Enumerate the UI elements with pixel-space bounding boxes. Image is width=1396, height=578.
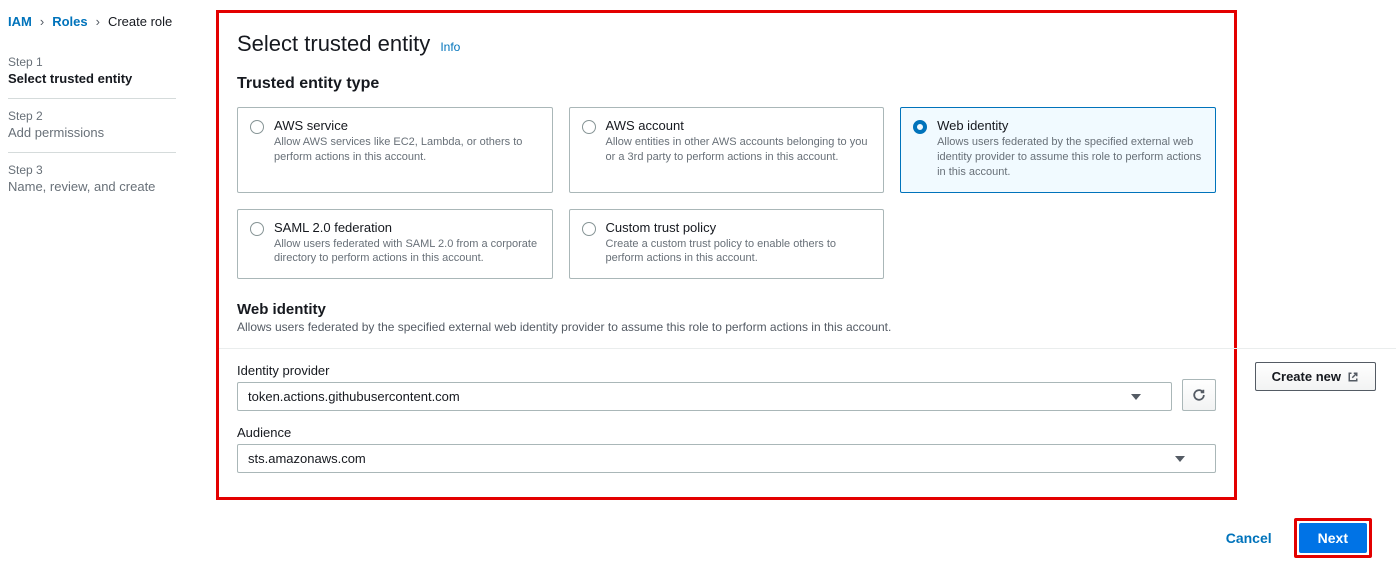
chevron-right-icon: › — [40, 14, 44, 29]
entity-type-heading: Trusted entity type — [237, 75, 1216, 93]
entity-title: SAML 2.0 federation — [274, 220, 540, 235]
step-2[interactable]: Step 2 Add permissions — [8, 99, 176, 153]
next-highlight: Next — [1294, 518, 1372, 558]
caret-down-icon — [1175, 456, 1185, 462]
step-number: Step 2 — [8, 109, 176, 123]
breadcrumb-iam[interactable]: IAM — [8, 14, 32, 29]
breadcrumb: IAM › Roles › Create role — [8, 14, 176, 29]
main-panel-highlight: Select trusted entity Info Trusted entit… — [216, 10, 1237, 500]
audience-select[interactable]: sts.amazonaws.com — [237, 444, 1216, 473]
radio-icon — [913, 120, 927, 134]
breadcrumb-roles[interactable]: Roles — [52, 14, 87, 29]
step-3[interactable]: Step 3 Name, review, and create — [8, 153, 176, 206]
select-value: token.actions.githubusercontent.com — [248, 389, 460, 404]
breadcrumb-current: Create role — [108, 14, 172, 29]
entity-title: Web identity — [937, 118, 1203, 133]
footer-actions: Cancel Next — [216, 518, 1376, 558]
divider — [219, 348, 1396, 349]
web-identity-desc: Allows users federated by the specified … — [237, 320, 1216, 334]
entity-desc: Allow entities in other AWS accounts bel… — [606, 135, 872, 165]
web-identity-heading: Web identity — [237, 301, 1216, 318]
entity-card-aws-account[interactable]: AWS account Allow entities in other AWS … — [569, 107, 885, 193]
radio-icon — [250, 120, 264, 134]
entity-desc: Allow users federated with SAML 2.0 from… — [274, 237, 540, 267]
wizard-steps: Step 1 Select trusted entity Step 2 Add … — [8, 45, 176, 206]
step-label: Name, review, and create — [8, 179, 176, 194]
entity-title: AWS account — [606, 118, 872, 133]
chevron-right-icon: › — [96, 14, 100, 29]
next-button[interactable]: Next — [1299, 523, 1367, 553]
entity-title: AWS service — [274, 118, 540, 133]
radio-icon — [582, 120, 596, 134]
entity-card-web-identity[interactable]: Web identity Allows users federated by t… — [900, 107, 1216, 193]
entity-desc: Allows users federated by the specified … — [937, 135, 1203, 180]
step-1[interactable]: Step 1 Select trusted entity — [8, 45, 176, 99]
select-value: sts.amazonaws.com — [248, 451, 366, 466]
page-title: Select trusted entity Info — [237, 31, 1216, 57]
caret-down-icon — [1131, 394, 1141, 400]
create-new-button[interactable]: Create new — [1255, 362, 1376, 391]
external-link-icon — [1347, 371, 1359, 383]
step-label: Select trusted entity — [8, 71, 176, 86]
entity-card-aws-service[interactable]: AWS service Allow AWS services like EC2,… — [237, 107, 553, 193]
entity-title: Custom trust policy — [606, 220, 872, 235]
cancel-button[interactable]: Cancel — [1216, 524, 1282, 552]
entity-card-custom-trust-policy[interactable]: Custom trust policy Create a custom trus… — [569, 209, 885, 280]
info-link[interactable]: Info — [440, 40, 460, 54]
entity-type-grid: AWS service Allow AWS services like EC2,… — [237, 107, 1216, 279]
button-label: Create new — [1272, 369, 1341, 384]
entity-card-saml-federation[interactable]: SAML 2.0 federation Allow users federate… — [237, 209, 553, 280]
step-number: Step 1 — [8, 55, 176, 69]
entity-desc: Allow AWS services like EC2, Lambda, or … — [274, 135, 540, 165]
step-number: Step 3 — [8, 163, 176, 177]
radio-icon — [250, 222, 264, 236]
identity-provider-label: Identity provider — [237, 363, 1172, 378]
entity-desc: Create a custom trust policy to enable o… — [606, 237, 872, 267]
audience-label: Audience — [237, 425, 1216, 440]
step-label: Add permissions — [8, 125, 176, 140]
refresh-icon — [1192, 388, 1206, 402]
radio-icon — [582, 222, 596, 236]
refresh-button[interactable] — [1182, 379, 1216, 411]
identity-provider-select[interactable]: token.actions.githubusercontent.com — [237, 382, 1172, 411]
page-title-text: Select trusted entity — [237, 31, 430, 56]
